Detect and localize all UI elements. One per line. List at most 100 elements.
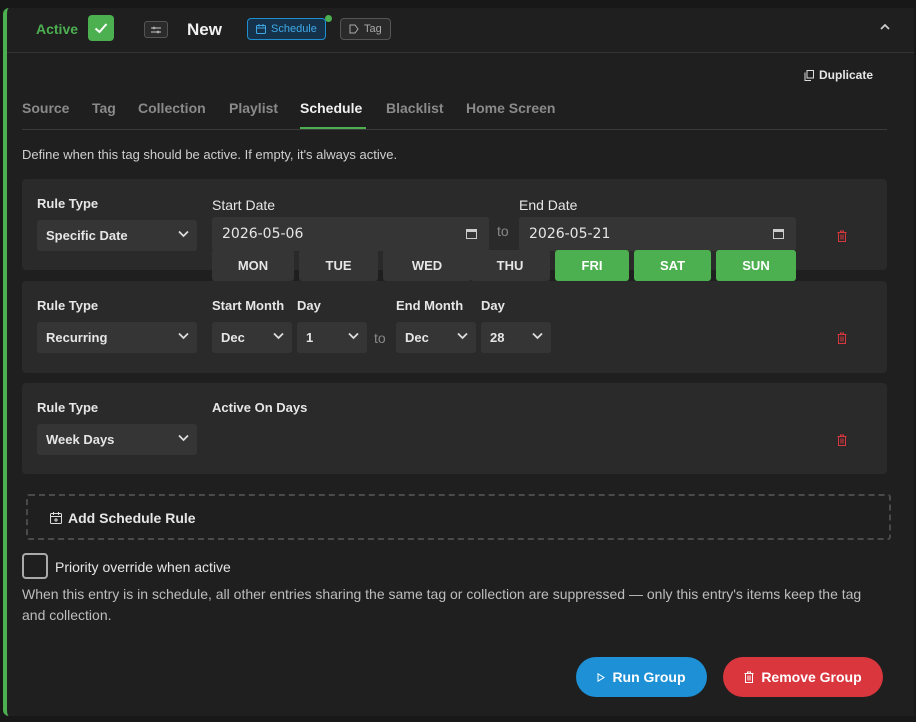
- day-toggle-wed[interactable]: WED: [383, 250, 471, 281]
- calendar-icon[interactable]: [466, 228, 477, 239]
- end-day-value: 28: [490, 330, 505, 345]
- trash-icon[interactable]: [837, 332, 847, 344]
- day-toggle-thu[interactable]: THU: [470, 250, 550, 281]
- day-label: SAT: [659, 258, 686, 273]
- chevron-down-icon: [457, 332, 468, 340]
- run-group-label: Run Group: [612, 669, 686, 685]
- sliders-icon: [151, 26, 161, 33]
- start-day-value: 1: [306, 330, 314, 345]
- run-group-button[interactable]: Run Group: [576, 657, 707, 697]
- start-day-label: Day: [297, 298, 321, 313]
- calendar-icon: [256, 24, 266, 34]
- copy-icon: [804, 69, 814, 81]
- check-icon: [94, 23, 108, 34]
- end-month-value: Dec: [405, 330, 429, 345]
- trash-icon[interactable]: [837, 434, 847, 446]
- calendar-plus-icon: [50, 512, 62, 524]
- priority-override-label[interactable]: Priority override when active: [55, 559, 231, 575]
- to-label: to: [497, 223, 509, 239]
- chevron-down-icon: [178, 332, 189, 340]
- day-toggle-fri[interactable]: FRI: [555, 250, 629, 281]
- chevron-up-icon[interactable]: [879, 22, 891, 32]
- chevron-down-icon: [273, 332, 284, 340]
- remove-group-button[interactable]: Remove Group: [723, 657, 883, 697]
- end-date-input[interactable]: 2026-05-21: [519, 217, 796, 251]
- tab-home-screen[interactable]: Home Screen: [466, 100, 555, 116]
- end-date-value: 2026-05-21: [529, 226, 611, 242]
- start-date-input[interactable]: 2026-05-06: [212, 217, 489, 251]
- day-toggle-mon[interactable]: MON: [212, 250, 294, 281]
- schedule-rule: Rule Type Recurring Start Month Dec Day …: [22, 281, 887, 373]
- start-date-value: 2026-05-06: [222, 226, 304, 242]
- rule-type-label: Rule Type: [37, 400, 99, 415]
- rule-type-label: Rule Type: [37, 298, 99, 313]
- start-date-label: Start Date: [212, 197, 276, 213]
- chevron-down-icon: [532, 332, 543, 340]
- tab-tag[interactable]: Tag: [92, 100, 116, 116]
- group-panel: Active New Schedule Tag Duplicate Source…: [3, 8, 914, 716]
- tab-blacklist[interactable]: Blacklist: [386, 100, 444, 116]
- tag-chip[interactable]: Tag: [340, 18, 391, 40]
- rule-type-label: Rule Type: [37, 196, 99, 211]
- start-day-select[interactable]: 1: [297, 322, 367, 353]
- day-label: SUN: [742, 258, 770, 273]
- tag-chip-label: Tag: [364, 23, 382, 35]
- schedule-rule: Rule Type Week Days Active On Days: [22, 383, 887, 474]
- tab-schedule[interactable]: Schedule: [300, 100, 362, 116]
- rule-type-select[interactable]: Recurring: [37, 322, 197, 353]
- schedule-description: Define when this tag should be active. I…: [22, 147, 398, 162]
- day-label: THU: [496, 258, 524, 273]
- tag-icon: [349, 24, 359, 34]
- active-checkbox[interactable]: [88, 15, 114, 41]
- tab-bar: Source Tag Collection Playlist Schedule …: [22, 95, 887, 130]
- day-toggle-sat[interactable]: SAT: [634, 250, 711, 281]
- rule-type-value: Recurring: [46, 330, 108, 345]
- schedule-chip[interactable]: Schedule: [247, 18, 326, 40]
- remove-group-label: Remove Group: [761, 669, 862, 685]
- priority-override-help: When this entry is in schedule, all othe…: [22, 586, 862, 623]
- active-label: Active: [36, 21, 79, 37]
- group-name[interactable]: New: [187, 20, 222, 40]
- trash-icon[interactable]: [837, 230, 847, 242]
- active-tab-indicator: [300, 127, 366, 129]
- duplicate-label: Duplicate: [819, 68, 874, 82]
- add-rule-label: Add Schedule Rule: [68, 510, 196, 526]
- trash-icon: [744, 671, 754, 683]
- day-label: TUE: [325, 258, 352, 273]
- rule-type-value: Specific Date: [46, 228, 128, 243]
- play-icon: [597, 672, 606, 682]
- chevron-down-icon: [348, 332, 359, 340]
- add-rule-content: Add Schedule Rule: [50, 510, 196, 526]
- day-label: FRI: [581, 258, 603, 273]
- rule-type-select[interactable]: Specific Date: [37, 220, 197, 251]
- group-header: Active New Schedule Tag: [7, 8, 914, 53]
- active-days-label: Active On Days: [212, 400, 308, 415]
- start-month-value: Dec: [221, 330, 245, 345]
- calendar-icon[interactable]: [773, 228, 784, 239]
- day-label: WED: [411, 258, 443, 273]
- day-toggle-sun[interactable]: SUN: [716, 250, 796, 281]
- chevron-down-icon: [178, 230, 189, 238]
- day-label: MON: [237, 258, 269, 273]
- tab-playlist[interactable]: Playlist: [229, 100, 278, 116]
- drag-handle[interactable]: [144, 21, 168, 38]
- status-dot: [325, 15, 332, 22]
- duplicate-button[interactable]: Duplicate: [804, 68, 873, 82]
- end-day-select[interactable]: 28: [481, 322, 551, 353]
- schedule-chip-label: Schedule: [271, 23, 317, 35]
- to-label: to: [374, 330, 386, 346]
- add-schedule-rule-button[interactable]: Add Schedule Rule: [26, 494, 891, 540]
- day-toggle-tue[interactable]: TUE: [299, 250, 378, 281]
- rule-type-select[interactable]: Week Days: [37, 424, 197, 455]
- tab-source[interactable]: Source: [22, 100, 69, 116]
- end-month-label: End Month: [396, 298, 464, 313]
- end-month-select[interactable]: Dec: [396, 322, 476, 353]
- end-day-label: Day: [481, 298, 505, 313]
- priority-override-checkbox[interactable]: [22, 553, 48, 579]
- start-month-label: Start Month: [212, 298, 285, 313]
- start-month-select[interactable]: Dec: [212, 322, 292, 353]
- tab-collection[interactable]: Collection: [138, 100, 206, 116]
- chevron-down-icon: [178, 434, 189, 442]
- end-date-label: End Date: [519, 197, 578, 213]
- rule-type-value: Week Days: [46, 432, 115, 447]
